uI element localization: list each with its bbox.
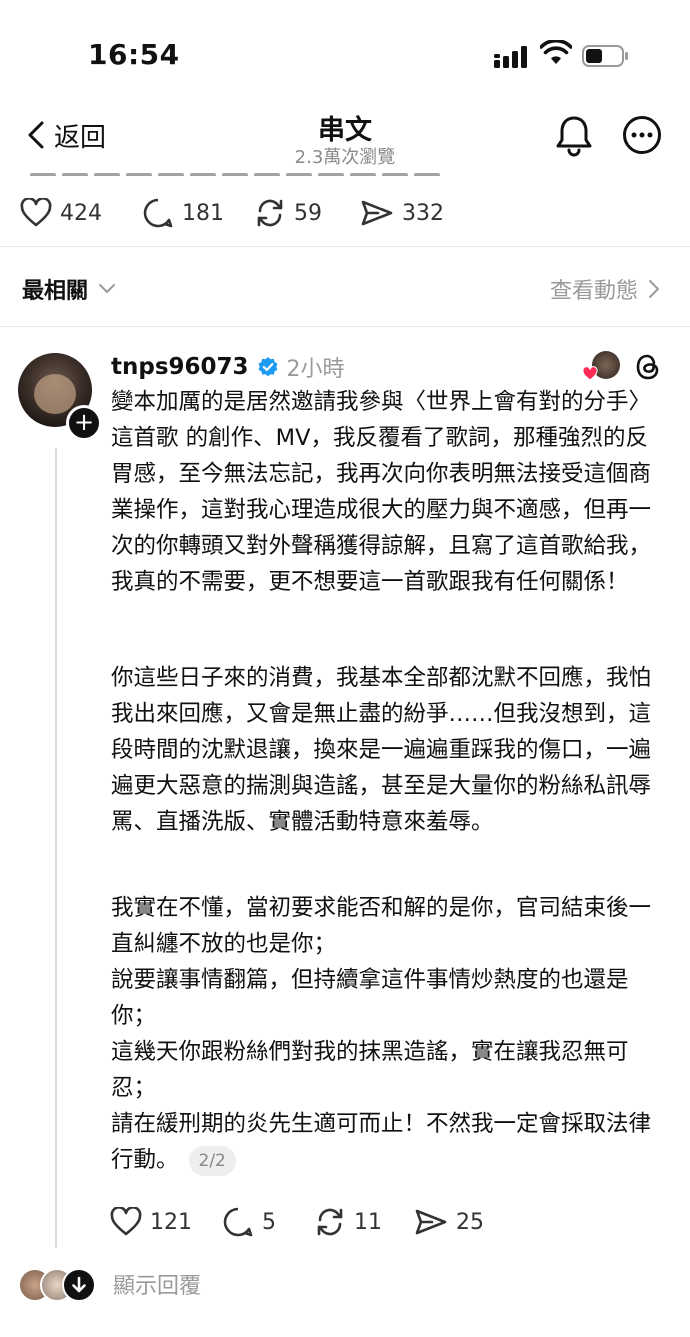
bell-icon[interactable]: [555, 114, 593, 158]
reply-button[interactable]: 181: [142, 196, 224, 230]
threads-logo-icon[interactable]: [634, 352, 662, 382]
cellular-signal-icon: [494, 46, 527, 68]
divider: [0, 246, 690, 247]
avatar-face: [34, 374, 76, 414]
share-button[interactable]: 332: [360, 196, 444, 230]
repost-icon: [317, 1208, 343, 1236]
post-time: 2小時: [286, 357, 345, 382]
chevron-down-icon: [99, 284, 116, 293]
repost-button[interactable]: 59: [254, 196, 322, 230]
divider: [0, 326, 690, 327]
heart-icon: [110, 1207, 142, 1236]
expand-replies-icon: [62, 1268, 96, 1302]
share-icon: [415, 1209, 447, 1235]
chevron-right-icon: [649, 280, 659, 298]
sort-dropdown[interactable]: 最相關: [22, 273, 116, 305]
post-reply-count: 5: [262, 1209, 276, 1235]
post-header: tnps96073 2小時: [111, 350, 345, 384]
post-paragraph-3: 我實在不懂，當初要求能否和解的是你，官司結束後一直糾纏不放的也是你； 說要讓事情…: [111, 890, 666, 1178]
heart-badge-icon: [582, 366, 598, 381]
post-paragraph-3-text: 我實在不懂，當初要求能否和解的是你，官司結束後一直糾纏不放的也是你； 說要讓事情…: [111, 895, 652, 1173]
post-like-button[interactable]: 121: [110, 1205, 192, 1239]
verified-badge-icon: [258, 357, 278, 377]
comment-icon: [223, 1207, 253, 1237]
follow-plus-icon[interactable]: +: [66, 405, 102, 441]
share-count: 332: [402, 200, 444, 226]
show-replies-button[interactable]: 顯示回覆: [113, 1268, 201, 1300]
share-icon: [361, 200, 393, 226]
post-paragraph-1: 變本加厲的是居然邀請我參與〈世界上會有對的分手〉這首歌 的創作、MV，我反覆看了…: [111, 389, 652, 595]
like-count: 424: [60, 200, 102, 226]
post-share-button[interactable]: 25: [414, 1205, 484, 1239]
activity-label: 查看動態: [549, 279, 638, 304]
truncated-text-line: [30, 168, 470, 176]
repost-icon: [257, 199, 283, 227]
repost-count: 59: [294, 200, 322, 226]
post-repost-button[interactable]: 11: [314, 1205, 382, 1239]
wifi-icon: [540, 40, 572, 64]
status-time: 16:54: [88, 38, 180, 71]
username[interactable]: tnps96073: [111, 354, 249, 380]
view-activity-link[interactable]: 查看動態: [550, 273, 660, 305]
heart-icon: [20, 198, 52, 227]
reply-count: 181: [182, 200, 224, 226]
more-icon[interactable]: [622, 115, 662, 155]
sort-label: 最相關: [22, 279, 89, 304]
battery-icon: [582, 45, 628, 67]
post-reply-button[interactable]: 5: [222, 1205, 276, 1239]
page-indicator: 2/2: [188, 1145, 236, 1176]
post-share-count: 25: [456, 1209, 484, 1235]
post-paragraph-2: 你這些日子來的消費，我基本全部都沈默不回應，我怕我出來回應，又會是無止盡的紛爭……: [111, 665, 652, 835]
post-repost-count: 11: [354, 1209, 382, 1235]
thread-line: [55, 448, 57, 1248]
comment-icon: [143, 198, 173, 228]
post-like-count: 121: [150, 1209, 192, 1235]
reply-avatars[interactable]: [18, 1268, 98, 1302]
like-button[interactable]: 424: [20, 196, 102, 230]
